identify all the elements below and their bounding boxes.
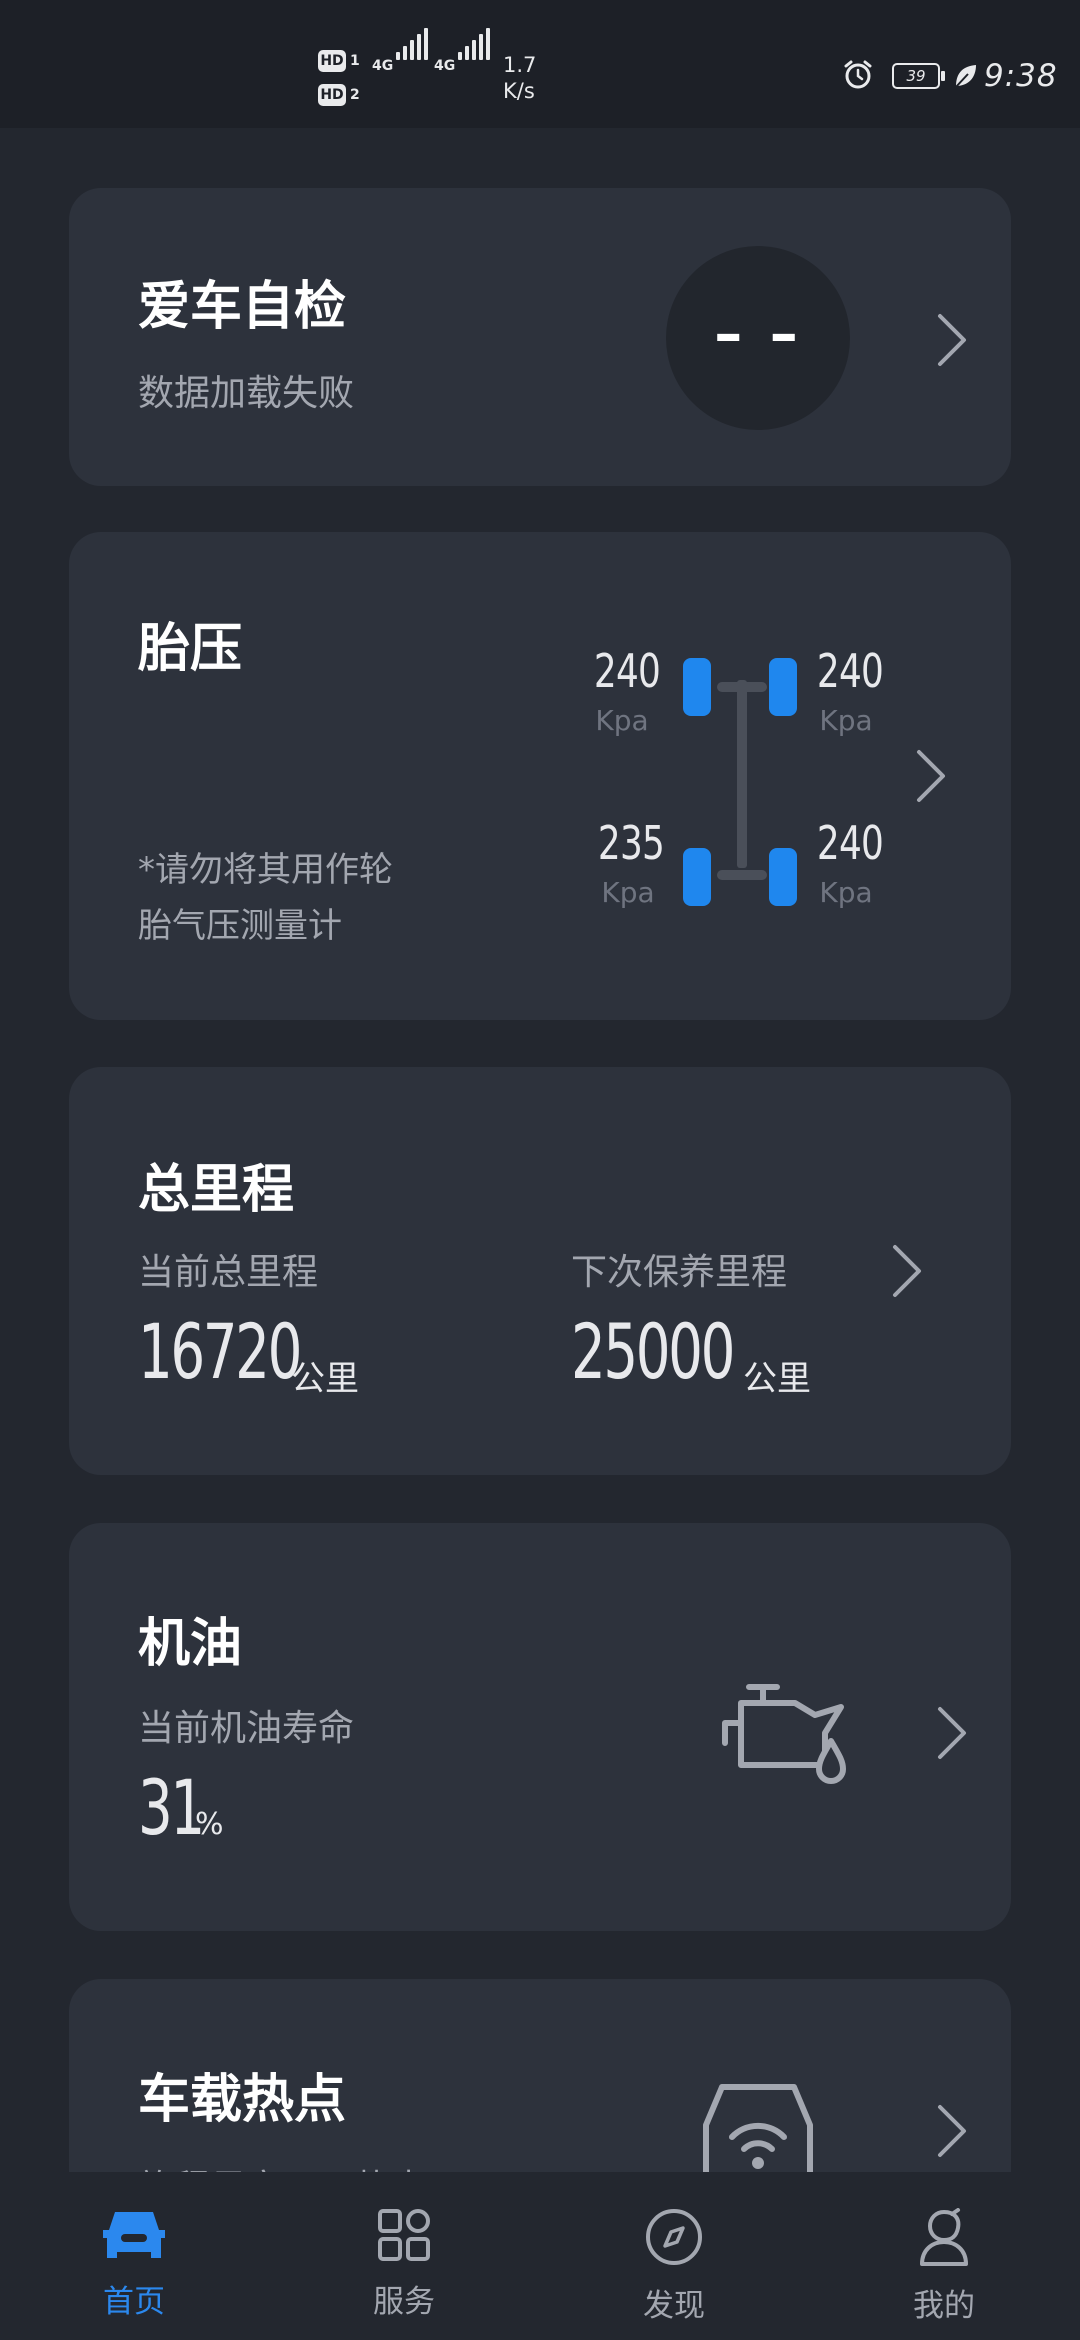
oil-title: 机油 (138, 1614, 243, 1674)
next-service-value: 25000 (571, 1307, 735, 1396)
tire-pressure-title: 胎压 (138, 619, 243, 679)
wheel-front-right (769, 658, 797, 716)
tire-front-left-unit: Kpa (595, 704, 649, 737)
grid-icon (378, 2209, 430, 2261)
network-type-1: 4G (372, 58, 394, 74)
axle-front (717, 682, 767, 692)
person-icon (920, 2208, 968, 2266)
current-mileage-value: 16720 (138, 1307, 302, 1396)
sim1-number: 1 (350, 53, 360, 69)
battery-icon: 39 (892, 63, 945, 89)
current-mileage-label: 当前总里程 (138, 1252, 319, 1293)
tire-front-right-unit: Kpa (819, 704, 873, 737)
tire-rear-right-value: 240 (816, 816, 884, 870)
tire-front-left-value: 240 (593, 644, 661, 698)
self-check-title: 爱车自检 (138, 277, 347, 337)
alarm-icon (844, 60, 872, 89)
oil-life-unit: % (195, 1807, 224, 1842)
bottom-navigation: 首页 服务 发现 我的 (0, 2172, 1080, 2340)
tire-warning: *请勿将其用作轮 胎气压测量计 (138, 842, 393, 954)
sim2-hd-badge: HD (318, 84, 346, 106)
nav-profile-label: 我的 (913, 2288, 975, 2324)
tire-rear-right-unit: Kpa (819, 876, 873, 909)
sim1-hd-badge: HD (318, 50, 346, 72)
compass-icon (646, 2209, 702, 2265)
oil-life-label: 当前机油寿命 (138, 1708, 355, 1749)
wheel-rear-right (769, 848, 797, 906)
tire-rear-left-unit: Kpa (601, 876, 655, 909)
tire-front-right-value: 240 (816, 644, 884, 698)
wheel-rear-left (683, 848, 711, 906)
chevron-right-icon (938, 314, 966, 366)
chevron-right-icon (938, 1707, 966, 1759)
self-check-score-circle: – – (666, 246, 850, 430)
chevron-right-icon (893, 1245, 921, 1297)
speed-unit: K/s (503, 79, 535, 103)
network-speed: 1.7 K/s (503, 52, 536, 104)
nav-discover[interactable]: 发现 (584, 2208, 764, 2324)
sim2-number: 2 (350, 87, 360, 103)
axle-rear (717, 870, 767, 880)
oil-can-icon (722, 1684, 846, 1784)
mileage-card[interactable]: 总里程 当前总里程 下次保养里程 16720 公里 25000 公里 (69, 1067, 1011, 1475)
self-check-score: – – (714, 302, 802, 367)
hotspot-title: 车载热点 (138, 2070, 347, 2130)
nav-home[interactable]: 首页 (44, 2208, 224, 2320)
nav-home-label: 首页 (103, 2284, 165, 2320)
axle-center (737, 680, 747, 868)
clock: 9:38 (984, 58, 1058, 94)
status-bar: HD 1 HD 2 4G 4G 1.7 K/s 39 9:38 (0, 0, 1080, 128)
tire-warning-line2: 胎气压测量计 (138, 906, 342, 946)
sim-indicator: HD 1 HD 2 (318, 50, 364, 108)
tire-rear-left-value: 235 (597, 816, 665, 870)
car-icon (103, 2212, 165, 2258)
current-mileage-unit: 公里 (291, 1359, 359, 1399)
oil-card[interactable]: 机油 当前机油寿命 31 % (69, 1523, 1011, 1931)
mileage-title: 总里程 (138, 1160, 295, 1220)
self-check-status: 数据加载失败 (138, 373, 355, 414)
tire-pressure-card[interactable]: 胎压 *请勿将其用作轮 胎气压测量计 240 Kpa 240 Kpa 235 K… (69, 532, 1011, 1020)
oil-life-value: 31 (138, 1763, 205, 1852)
chevron-right-icon (917, 750, 945, 802)
nav-profile[interactable]: 我的 (854, 2208, 1034, 2324)
wheel-front-left (683, 658, 711, 716)
network-type-2: 4G (434, 58, 456, 74)
next-service-label: 下次保养里程 (571, 1252, 788, 1293)
nav-services-label: 服务 (373, 2284, 435, 2320)
chevron-right-icon (938, 2105, 966, 2157)
next-service-unit: 公里 (743, 1359, 811, 1399)
nav-services[interactable]: 服务 (314, 2208, 494, 2320)
self-check-card[interactable]: 爱车自检 数据加载失败 – – (69, 188, 1011, 486)
tire-warning-line1: *请勿将其用作轮 (138, 850, 393, 890)
nav-discover-label: 发现 (643, 2288, 705, 2324)
leaf-icon (954, 65, 976, 89)
speed-value: 1.7 (503, 53, 537, 77)
